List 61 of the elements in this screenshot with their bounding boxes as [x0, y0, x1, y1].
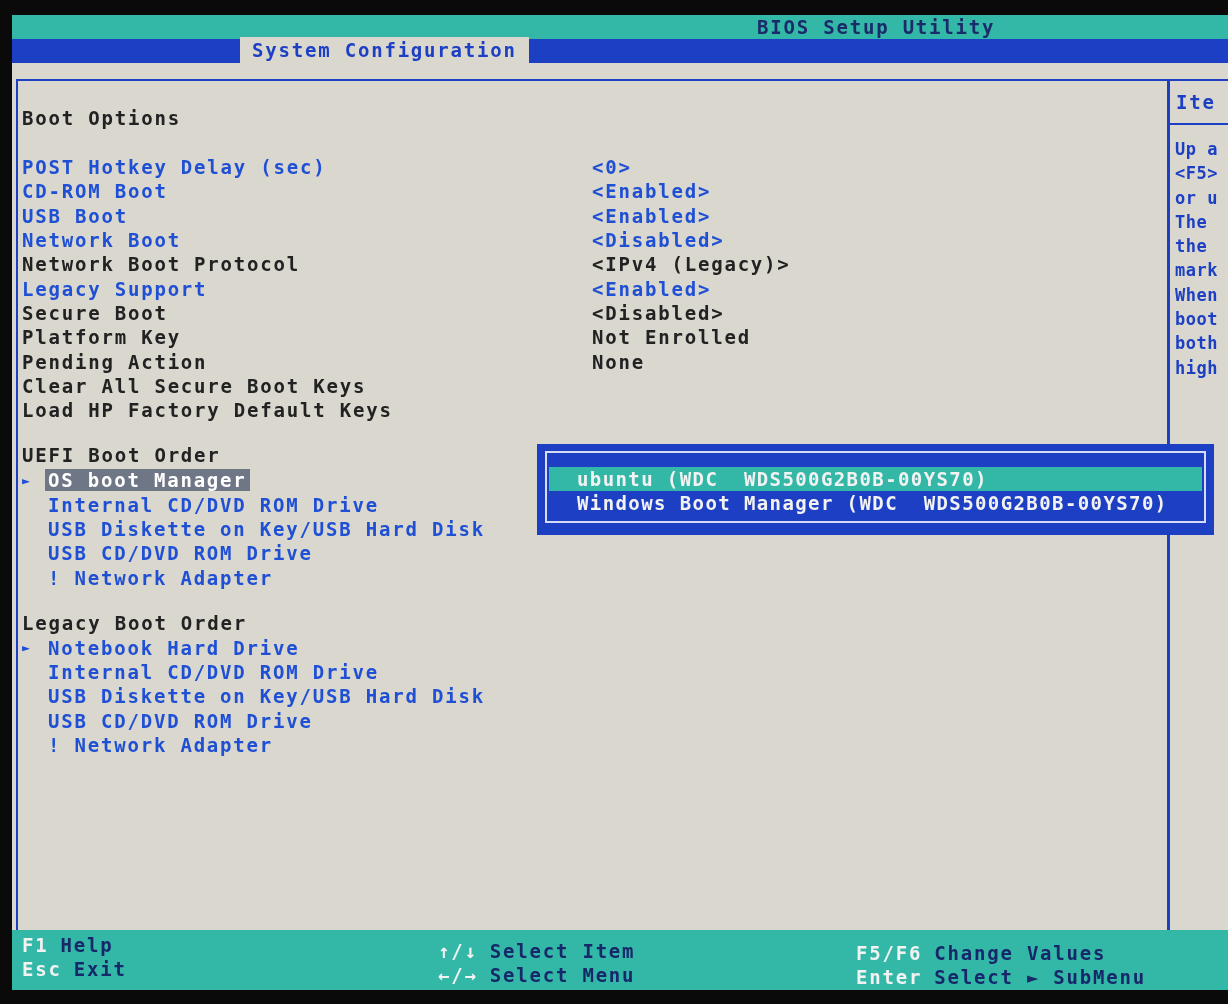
boot-order-item[interactable]: USB CD/DVD ROM Drive: [48, 542, 313, 565]
setting-label[interactable]: Network Boot: [22, 229, 592, 252]
key-action: Select Item: [489, 940, 636, 964]
setting-value[interactable]: <Enabled>: [592, 204, 712, 227]
setting-value[interactable]: <Enabled>: [592, 277, 712, 300]
section-title: Boot Options: [22, 107, 182, 131]
help-title: Ite: [1170, 81, 1228, 125]
help-text: Up a: [1175, 139, 1219, 161]
setting-value: <IPv4 (Legacy)>: [592, 253, 791, 276]
help-text: boot: [1175, 309, 1219, 332]
setting-label[interactable]: USB Boot: [22, 204, 592, 227]
key-action: Select ► SubMenu: [934, 966, 1147, 990]
help-text: When: [1175, 284, 1219, 307]
key-label: Esc: [22, 958, 62, 982]
boot-order-item[interactable]: Notebook Hard Drive: [48, 636, 300, 659]
key-action: Change Values: [934, 942, 1107, 966]
help-text: the: [1175, 236, 1209, 259]
setting-label: Pending Action: [22, 350, 209, 373]
pointer-icon: ►: [22, 640, 32, 656]
key-label: ←/→: [438, 964, 478, 988]
pointer-icon: ►: [22, 472, 32, 488]
setting-label: Network Boot Protocol: [22, 253, 302, 276]
boot-order-item[interactable]: ! Network Adapter: [48, 734, 274, 757]
boot-order-item[interactable]: Internal CD/DVD ROM Drive: [48, 493, 379, 516]
window-title: BIOS Setup Utility: [757, 16, 996, 38]
setting-value: Not Enrolled: [592, 326, 751, 349]
setting-value: None: [592, 350, 645, 373]
help-text: both: [1175, 333, 1219, 356]
setting-label[interactable]: CD-ROM Boot: [22, 180, 592, 203]
menu-tab[interactable]: System Configuration: [240, 37, 529, 63]
setting-label: Platform Key: [22, 326, 182, 349]
setting-value[interactable]: <Enabled>: [592, 180, 712, 203]
setting-label: Clear All Secure Boot Keys: [22, 374, 368, 397]
setting-label: Load HP Factory Default Keys: [22, 399, 394, 422]
key-label: F1: [22, 934, 49, 958]
setting-label[interactable]: Legacy Support: [22, 277, 592, 300]
setting-label[interactable]: POST Hotkey Delay (sec): [22, 156, 592, 179]
key-action: Select Menu: [489, 964, 636, 988]
help-text: mark: [1175, 260, 1219, 283]
boot-order-item[interactable]: OS boot Manager: [45, 469, 250, 492]
key-label: ↑/↓: [438, 940, 478, 964]
key-action: Help: [60, 934, 114, 958]
setting-value[interactable]: <0>: [592, 156, 632, 179]
key-action: Exit: [73, 958, 127, 982]
boot-order-item[interactable]: ! Network Adapter: [48, 566, 274, 589]
key-label: Enter: [856, 966, 923, 990]
section-title: Legacy Boot Order: [22, 611, 249, 636]
section-title: UEFI Boot Order: [22, 444, 222, 469]
boot-order-item[interactable]: USB Diskette on Key/USB Hard Disk: [48, 685, 485, 708]
key-label: F5/F6: [856, 942, 923, 966]
boot-menu-option[interactable]: Windows Boot Manager (WDC WDS500G2B0B-00YS70): [549, 491, 1202, 515]
setting-value: <Disabled>: [592, 301, 725, 324]
boot-order-item[interactable]: Internal CD/DVD ROM Drive: [48, 661, 379, 684]
help-text: <F5>: [1175, 163, 1219, 186]
help-text: or u: [1175, 187, 1219, 210]
setting-label: Secure Boot: [22, 301, 169, 324]
help-text: The: [1175, 211, 1209, 234]
boot-order-item[interactable]: USB CD/DVD ROM Drive: [48, 709, 313, 732]
help-text: high: [1175, 357, 1219, 380]
setting-value[interactable]: <Disabled>: [592, 229, 725, 252]
boot-order-item[interactable]: USB Diskette on Key/USB Hard Disk: [48, 518, 485, 540]
